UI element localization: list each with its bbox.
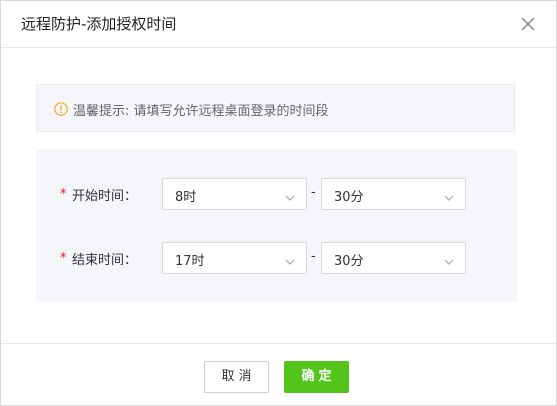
time-separator: - xyxy=(311,249,316,264)
end-hour-value: 17时 xyxy=(175,254,205,269)
required-mark: * xyxy=(60,251,67,266)
end-minute-value: 30分 xyxy=(334,254,364,269)
chevron-down-icon xyxy=(284,189,296,201)
authorization-time-dialog: 远程防护-添加授权时间 温馨提示: 请填写允许远程桌面登录的时间段 * 开始时间… xyxy=(0,0,557,406)
warning-circle-icon xyxy=(54,101,68,116)
chevron-down-icon xyxy=(443,253,455,265)
tip-banner: 温馨提示: 请填写允许远程桌面登录的时间段 xyxy=(36,84,515,132)
confirm-button[interactable]: 确定 xyxy=(284,361,349,393)
cancel-button[interactable]: 取消 xyxy=(204,361,269,393)
start-time-label: 开始时间： xyxy=(72,189,138,204)
dialog-header: 远程防护-添加授权时间 xyxy=(1,1,556,48)
end-hour-select[interactable]: 17时 xyxy=(162,242,307,274)
time-separator: - xyxy=(311,185,316,200)
dialog-footer: 取消 确定 xyxy=(1,343,556,406)
dialog-title: 远程防护-添加授权时间 xyxy=(21,15,177,33)
time-form: * 开始时间： 8时 - 30分 * 结束时间： 17时 - 30分 xyxy=(36,150,517,302)
close-icon[interactable] xyxy=(518,14,538,34)
start-minute-select[interactable]: 30分 xyxy=(321,178,466,210)
chevron-down-icon xyxy=(443,189,455,201)
start-hour-select[interactable]: 8时 xyxy=(162,178,307,210)
start-minute-value: 30分 xyxy=(334,190,364,205)
chevron-down-icon xyxy=(284,253,296,265)
end-time-row: * 结束时间： 17时 - 30分 xyxy=(36,242,517,274)
start-hour-value: 8时 xyxy=(175,190,197,205)
end-minute-select[interactable]: 30分 xyxy=(321,242,466,274)
tip-text: 温馨提示: 请填写允许远程桌面登录的时间段 xyxy=(73,104,329,119)
start-time-row: * 开始时间： 8时 - 30分 xyxy=(36,178,517,210)
end-time-label: 结束时间： xyxy=(72,253,138,268)
required-mark: * xyxy=(60,187,67,202)
